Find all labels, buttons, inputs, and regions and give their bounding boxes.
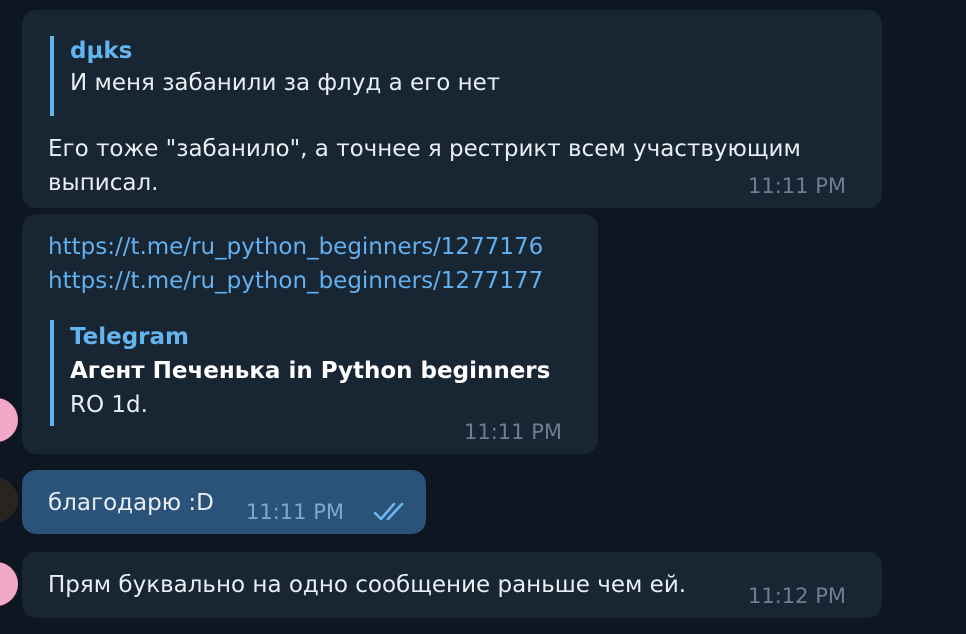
message-link[interactable]: https://t.me/ru_python_beginners/1277176 — [48, 230, 543, 264]
message-time: 11:11 PM — [464, 420, 562, 444]
preview-site-name: Telegram — [70, 324, 190, 350]
message-bubble-outgoing[interactable]: благодарю :D 11:11 PM — [22, 470, 426, 534]
message-bubble-links[interactable]: https://t.me/ru_python_beginners/1277176… — [22, 214, 598, 454]
message-bubble-reply[interactable]: dµks И меня забанили за флуд а его нет Е… — [22, 10, 882, 208]
reply-author: dµks — [70, 38, 133, 64]
message-text: Прям буквально на одно сообщение раньше … — [48, 572, 687, 598]
chat-history[interactable]: dµks И меня забанили за флуд а его нет Е… — [0, 0, 966, 634]
message-text-line: Его тоже "забанило", а точнее я рестрикт… — [48, 136, 801, 162]
preview-description: RO 1d. — [70, 392, 148, 418]
message-time: 11:11 PM — [246, 500, 344, 524]
links-block: https://t.me/ru_python_beginners/1277176… — [48, 230, 543, 298]
message-bubble-incoming[interactable]: Прям буквально на одно сообщение раньше … — [22, 552, 882, 618]
message-time: 11:12 PM — [748, 584, 846, 608]
avatar[interactable] — [0, 398, 18, 442]
message-link[interactable]: https://t.me/ru_python_beginners/1277177 — [48, 264, 543, 298]
avatar[interactable] — [0, 478, 18, 522]
avatar[interactable] — [0, 562, 18, 606]
reply-text: И меня забанили за флуд а его нет — [70, 70, 501, 96]
message-text-line: выписал. — [48, 170, 159, 196]
preview-title: Агент Печенька in Python beginners — [70, 358, 551, 384]
message-text: благодарю :D — [48, 490, 214, 516]
link-preview[interactable]: Telegram Агент Печенька in Python beginn… — [50, 320, 550, 426]
message-text: Его тоже "забанило", а точнее я рестрикт… — [48, 132, 801, 200]
double-check-icon — [373, 502, 404, 521]
message-time: 11:11 PM — [748, 174, 846, 198]
reply-quote[interactable]: dµks И меня забанили за флуд а его нет — [50, 36, 500, 116]
